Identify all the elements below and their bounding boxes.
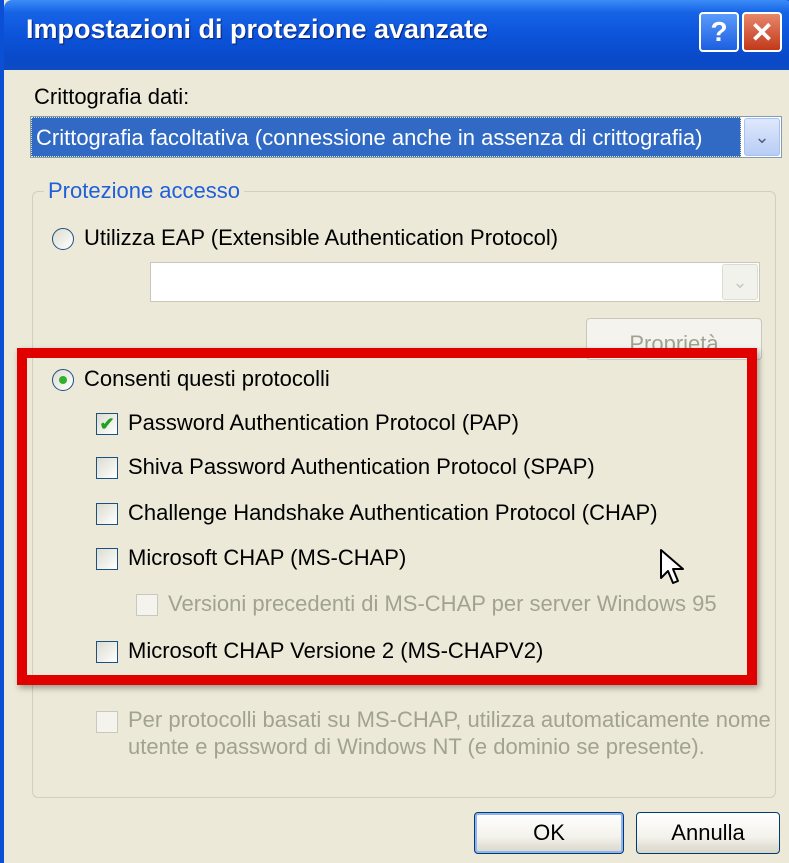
check-icon: ✔ (99, 414, 115, 434)
chap-checkbox[interactable] (96, 503, 118, 525)
close-icon: ✕ (750, 16, 774, 48)
properties-button-label: Proprietà (629, 331, 719, 356)
title-bar[interactable]: Impostazioni di protezione avanzate ? ✕ (4, 0, 789, 70)
ms-chapv2-label[interactable]: Microsoft CHAP Versione 2 (MS-CHAPV2) (128, 638, 543, 664)
ok-button-label: OK (533, 820, 565, 845)
eap-dropdown-button[interactable]: ⌄ (722, 264, 758, 300)
spap-label[interactable]: Shiva Password Authentication Protocol (… (128, 454, 595, 480)
chevron-down-icon: ⌄ (754, 126, 770, 147)
eap-radio-label[interactable]: Utilizza EAP (Extensible Authentication … (84, 225, 558, 251)
chevron-down-icon: ⌄ (732, 271, 748, 292)
help-icon: ? (710, 16, 728, 47)
encryption-select[interactable]: Crittografia facoltativa (connessione an… (30, 116, 782, 158)
encryption-selected-value: Crittografia facoltativa (connessione an… (31, 117, 741, 157)
encryption-label: Crittografia dati: (34, 84, 190, 109)
ms-chap-checkbox[interactable] (96, 548, 118, 570)
auto-credentials-label-line1: Per protocolli basati su MS-CHAP, utiliz… (128, 707, 771, 732)
encryption-dropdown-button[interactable]: ⌄ (744, 118, 780, 156)
allow-protocols-label[interactable]: Consenti questi protocolli (84, 366, 330, 392)
properties-button[interactable]: Proprietà (586, 318, 762, 360)
cancel-button[interactable]: Annulla (636, 812, 780, 854)
auto-credentials-label-line2: utente e password di Windows NT (e domin… (128, 734, 705, 759)
pap-checkbox[interactable]: ✔ (96, 413, 118, 435)
auto-credentials-checkbox[interactable] (96, 711, 118, 733)
help-button[interactable]: ? (699, 12, 739, 52)
window-title: Impostazioni di protezione avanzate (26, 14, 489, 44)
pap-label[interactable]: Password Authentication Protocol (PAP) (128, 410, 519, 436)
access-protection-legend: Protezione accesso (44, 178, 244, 204)
dialog-window: Impostazioni di protezione avanzate ? ✕ … (0, 0, 789, 863)
ok-button[interactable]: OK (474, 812, 624, 854)
dialog-content: Crittografia dati: Crittografia facoltat… (4, 70, 789, 863)
ms-chap-legacy-label: Versioni precedenti di MS-CHAP per serve… (168, 591, 717, 616)
cancel-button-label: Annulla (671, 820, 745, 845)
ms-chapv2-checkbox[interactable] (96, 641, 118, 663)
eap-select[interactable]: ⌄ (150, 262, 760, 302)
allow-protocols-radio[interactable] (52, 369, 74, 391)
spap-checkbox[interactable] (96, 457, 118, 479)
ms-chap-label[interactable]: Microsoft CHAP (MS-CHAP) (128, 545, 406, 571)
eap-radio[interactable] (52, 228, 74, 250)
mouse-pointer-icon (660, 549, 684, 584)
close-button[interactable]: ✕ (742, 12, 782, 52)
chap-label[interactable]: Challenge Handshake Authentication Proto… (128, 500, 658, 526)
ms-chap-legacy-checkbox[interactable] (136, 594, 158, 616)
